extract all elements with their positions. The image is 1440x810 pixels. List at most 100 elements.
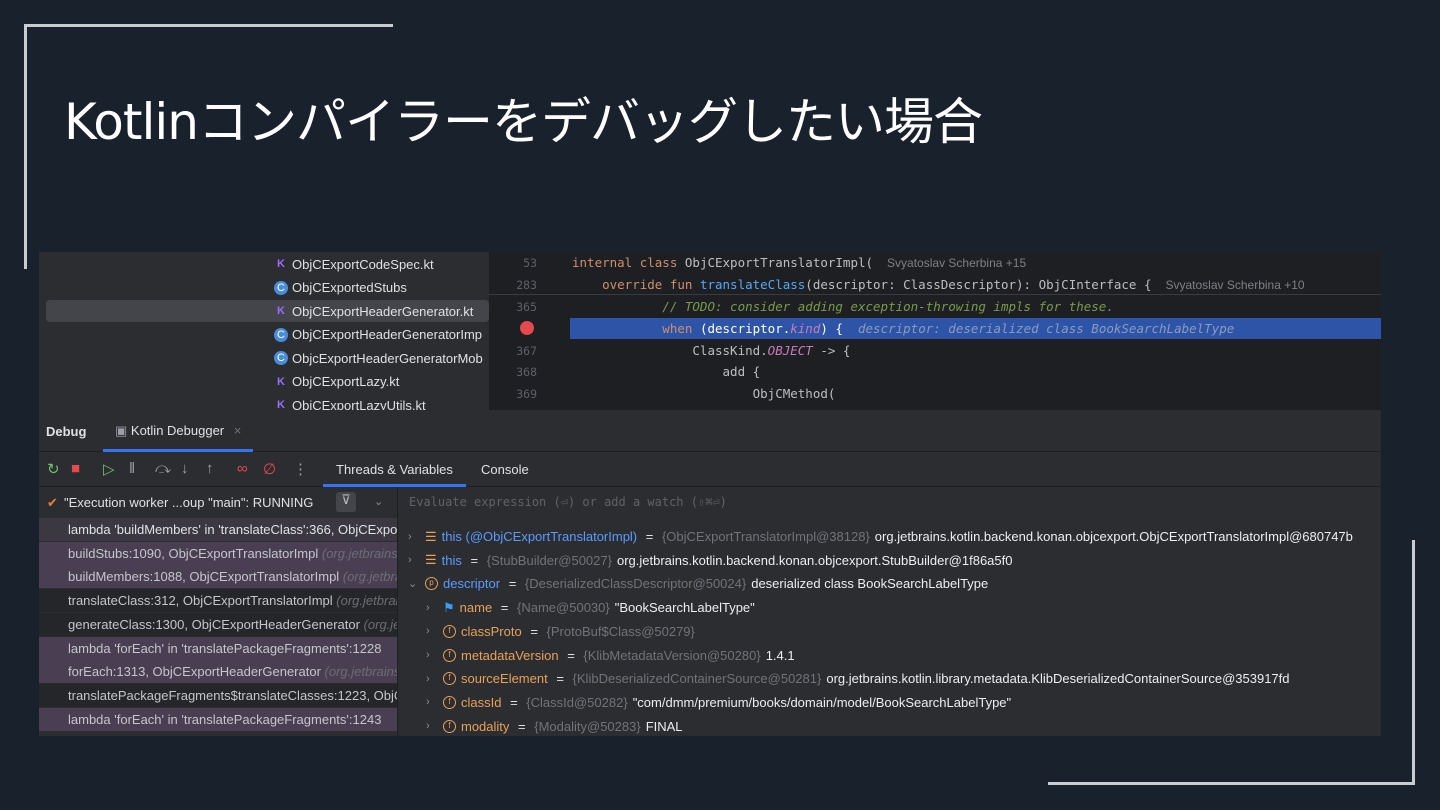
stack-frame[interactable]: generateClass:1300, ObjCExportHeaderGene… xyxy=(39,612,397,636)
stack-frame[interactable]: lambda 'forEach' in 'translatePackageFra… xyxy=(39,636,397,660)
chevron-down-icon[interactable]: ⌄ xyxy=(374,495,383,508)
stack-frame[interactable]: translateClass:312, ObjCExportTranslator… xyxy=(39,589,397,613)
stop-icon[interactable]: ■ xyxy=(71,460,80,477)
chevron-right-icon[interactable]: › xyxy=(426,673,438,685)
equals: = xyxy=(505,576,520,592)
chevron-right-icon[interactable]: › xyxy=(426,696,438,708)
line-number: 367 xyxy=(516,344,537,358)
step-into-icon[interactable]: ↓ xyxy=(181,460,189,477)
slide-title: Kotlinコンパイラーをデバッグしたい場合 xyxy=(64,93,983,151)
variable-name: name xyxy=(459,600,493,616)
resume-icon[interactable]: ▷ xyxy=(103,460,115,478)
kotlin-file-icon: K xyxy=(277,305,285,317)
stack-frame[interactable]: lambda 'forEach' in 'translatePackageFra… xyxy=(39,707,397,731)
equals: = xyxy=(642,529,657,544)
tab-kotlin-debugger[interactable]: ▣ Kotlin Debugger × xyxy=(103,410,254,452)
variable-row[interactable]: › ☰ this (@ObjCExportTranslatorImpl) = {Ob… xyxy=(408,525,1353,548)
mute-breakpoints-icon[interactable]: ∅ xyxy=(263,460,276,478)
variable-row[interactable]: › f modality = {Modality@50283} FINAL xyxy=(426,715,683,736)
chevron-right-icon[interactable]: › xyxy=(426,602,438,614)
tree-item[interactable]: K ObjCExportLazy.kt xyxy=(274,371,399,393)
chevron-right-icon[interactable]: › xyxy=(408,531,420,543)
frame-line-bottom xyxy=(1048,782,1415,785)
debug-title: Debug xyxy=(46,424,87,439)
code-line: ObjCMethod( xyxy=(572,386,836,401)
code-line-current: when (descriptor.kind) { descriptor: des… xyxy=(572,321,1235,336)
check-icon: ✔ xyxy=(47,495,58,510)
frame-package: (org.jetbrains xyxy=(324,664,397,680)
chevron-right-icon[interactable]: › xyxy=(426,720,438,732)
variable-row[interactable]: › f sourceElement = {KlibDeserializedConta… xyxy=(426,667,1290,690)
debugger-icon: ▣ xyxy=(115,423,131,438)
variable-row[interactable]: › ⚑ name = {Name@50030} "BookSearchLabelTyp… xyxy=(426,596,755,619)
parameter-icon: p xyxy=(425,577,438,591)
variable-value: org.jetbrains.kotlin.backend.konan.objce… xyxy=(616,552,1013,568)
variable-row[interactable]: › f classId = {ClassId@50282} "com/dmm/prem… xyxy=(426,691,1011,714)
step-over-icon[interactable]: ⤼ xyxy=(155,460,171,477)
tab-label: Kotlin Debugger xyxy=(130,423,225,438)
chevron-right-icon[interactable]: › xyxy=(408,554,420,566)
thread-selector[interactable]: ✔ "Execution worker ...oup "main": RUNNI… xyxy=(39,487,397,518)
line-number: 368 xyxy=(516,365,537,379)
flag-icon: ⚑ xyxy=(443,599,455,615)
variable-value: "BookSearchLabelType" xyxy=(614,600,755,616)
evaluate-expression-input[interactable]: Evaluate expression (⏎) or add a watch (… xyxy=(397,487,1381,518)
variable-row[interactable]: › f classProto = {ProtoBuf$Class@50279} xyxy=(426,620,700,643)
variable-row[interactable]: ⌄ p descriptor = {DeserializedClassDescrip… xyxy=(408,572,988,595)
filter-icon[interactable]: ⊽ xyxy=(336,492,356,512)
equals: = xyxy=(552,671,568,687)
stack-frame[interactable]: buildMembers:1088, ObjCExportTranslatorI… xyxy=(39,565,397,589)
equals: = xyxy=(514,718,530,734)
class-icon: C xyxy=(274,351,288,365)
tree-item[interactable]: C ObjcExportHeaderGeneratorMob xyxy=(274,347,483,369)
file-name: ObjCExportCodeSpec.kt xyxy=(292,256,434,272)
tree-item[interactable]: C ObjCExportHeaderGeneratorImp xyxy=(274,324,482,346)
frame-label: translatePackageFragments$translateClass… xyxy=(68,687,397,703)
stack-frame[interactable]: translatePackageFragments$translateClass… xyxy=(39,683,397,707)
stack-frame[interactable]: buildStubs:1090, ObjCExportTranslatorImp… xyxy=(39,541,397,565)
chevron-right-icon[interactable]: › xyxy=(426,649,438,661)
stack-frame[interactable]: lambda 'buildMembers' in 'translateClass… xyxy=(39,518,397,541)
frame-package: (org.jetbrains xyxy=(321,545,397,561)
close-icon[interactable]: × xyxy=(234,423,242,438)
file-name: ObjCExportedStubs xyxy=(292,280,407,295)
step-out-icon[interactable]: ↑ xyxy=(206,460,214,477)
more-icon[interactable]: ⋮ xyxy=(293,460,308,478)
tab-console[interactable]: Console xyxy=(469,452,541,487)
line-number: 53 xyxy=(523,256,537,270)
tree-item[interactable]: K ObjCExportHeaderGenerator.kt xyxy=(46,300,489,322)
frame-package: (org.jetbrains xyxy=(336,593,397,609)
field-lock-icon: f xyxy=(443,648,456,662)
frames-list: lambda 'buildMembers' in 'translateClass… xyxy=(39,518,397,736)
tab-threads-variables[interactable]: Threads & Variables xyxy=(323,452,466,487)
variable-ref: {DeserializedClassDescriptor@50024} xyxy=(524,576,747,592)
variable-row[interactable]: › f metadataVersion = {KlibMetadataVersion… xyxy=(426,644,795,667)
variable-ref: {KlibDeserializedContainerSource@50281} xyxy=(572,671,822,687)
line-number: 365 xyxy=(516,300,537,314)
variable-value: "com/dmm/premium/books/domain/model/Book… xyxy=(632,694,1012,710)
stack-frame[interactable]: forEach:1313, ObjCExportHeaderGenerator … xyxy=(39,660,397,684)
author-hint: Svyatoslav Scherbina +15 xyxy=(887,256,1027,270)
chevron-right-icon[interactable]: › xyxy=(426,625,438,637)
variable-ref: {ObjCExportTranslatorImpl@38128} xyxy=(661,529,870,544)
breakpoint-icon[interactable] xyxy=(520,321,534,335)
tree-item[interactable]: C ObjCExportedStubs xyxy=(274,277,407,299)
rerun-icon[interactable]: ↻ xyxy=(47,460,60,478)
frame-label: generateClass:1300, ObjCExportHeaderGene… xyxy=(68,616,364,632)
thread-label: "Execution worker ...oup "main": RUNNING xyxy=(64,495,314,510)
class-icon: C xyxy=(274,327,288,342)
class-icon: C xyxy=(274,280,288,295)
frame-label: buildMembers:1088, ObjCExportTranslatorI… xyxy=(68,569,343,585)
code-editor[interactable]: 53 283 365 367 368 369 internal class Ob… xyxy=(489,252,1381,410)
tree-item[interactable]: K ObjCExportCodeSpec.kt xyxy=(274,253,434,275)
variable-row[interactable]: › ☰ this = {StubBuilder@50027} org.jetbrain… xyxy=(408,549,1012,572)
view-breakpoints-icon[interactable]: ∞ xyxy=(237,460,248,477)
code-line: override fun translateClass(descriptor: … xyxy=(572,277,1305,292)
variable-value: deserialized class BookSearchLabelType xyxy=(751,576,989,592)
frame-line-right xyxy=(1412,540,1415,785)
pause-icon[interactable]: ‖ xyxy=(129,460,135,477)
variable-value: org.jetbrains.kotlin.backend.konan.objce… xyxy=(874,529,1353,544)
chevron-down-icon[interactable]: ⌄ xyxy=(408,577,420,590)
field-lock-icon: f xyxy=(443,695,456,709)
code-line: internal class ObjCExportTranslatorImpl(… xyxy=(572,255,1027,270)
